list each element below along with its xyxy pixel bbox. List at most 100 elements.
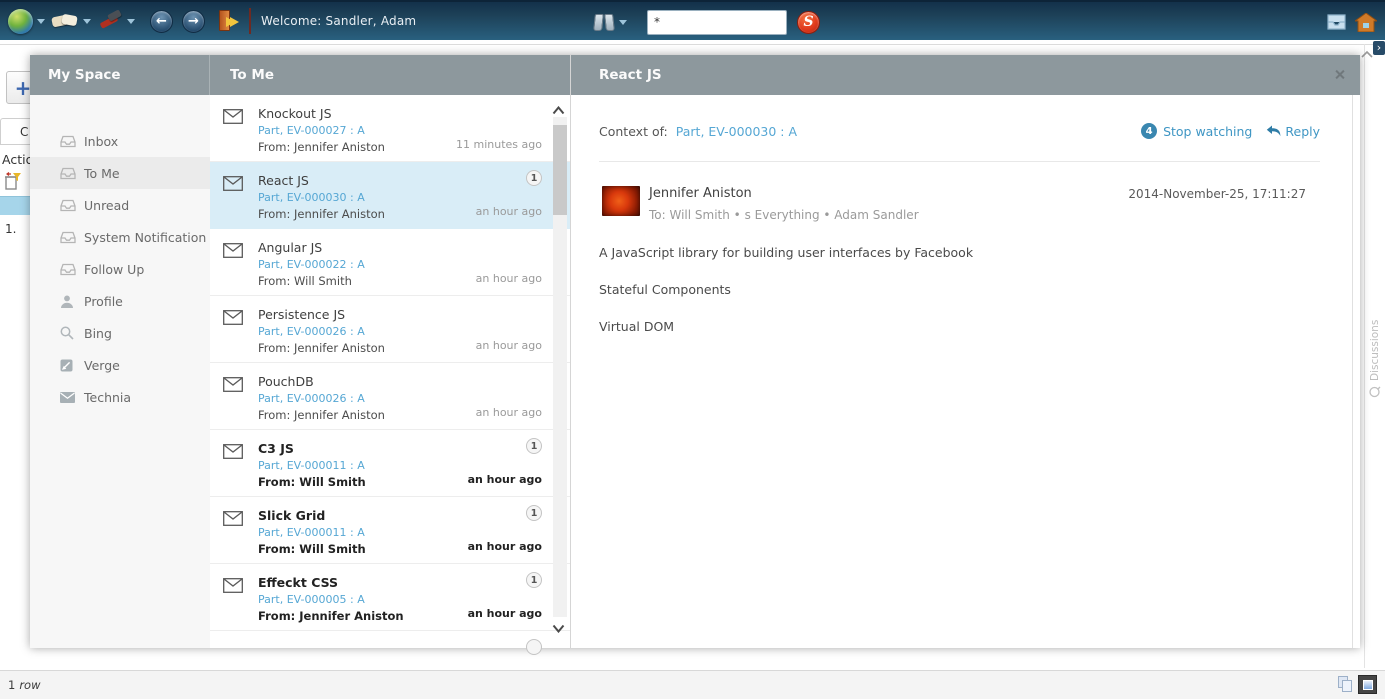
message-list-item[interactable]: PouchDB Part, EV-000026 : A From: Jennif… — [210, 363, 570, 430]
sidebar-item[interactable]: Follow Up — [30, 253, 210, 285]
background-row-number: 1. — [5, 222, 16, 236]
message-timestamp: 2014-November-25, 17:11:27 — [1128, 187, 1306, 201]
status-bar: 1row — [0, 670, 1385, 699]
message-list-item[interactable]: Angular JS Part, EV-000022 : A From: Wil… — [210, 229, 570, 296]
message-paragraph: A JavaScript library for building user i… — [599, 246, 1320, 259]
message-list-item[interactable]: C3 JS Part, EV-000011 : A From: Will Smi… — [210, 430, 570, 497]
app-globe-icon[interactable] — [8, 9, 33, 34]
part-context-link[interactable]: Part, EV-000030 : A — [258, 191, 556, 204]
tools-menu-caret-icon[interactable] — [127, 19, 135, 24]
scroll-down-chevron-icon[interactable] — [552, 618, 565, 637]
compose-icon — [60, 359, 73, 372]
unread-count-badge: 1 — [526, 438, 542, 454]
sidebar-item[interactable]: Unread — [30, 189, 210, 221]
message-body: A JavaScript library for building user i… — [599, 246, 1320, 333]
unread-count-badge: 1 — [526, 170, 542, 186]
house-icon — [1355, 13, 1377, 32]
message-list-item[interactable]: Knockout JS Part, EV-000027 : A From: Je… — [210, 95, 570, 162]
stop-watching-button[interactable]: Stop watching — [1163, 124, 1252, 139]
sidebar-item[interactable]: To Me — [30, 157, 210, 189]
envelope-icon — [223, 310, 243, 329]
home-icon[interactable] — [1355, 13, 1377, 32]
message-list-item[interactable]: React JS Part, EV-000030 : A From: Jenni… — [210, 162, 570, 229]
message-list-item[interactable]: Effeckt CSS Part, EV-000005 : A From: Je… — [210, 564, 570, 631]
background-tab[interactable]: C — [0, 118, 34, 145]
next-page-button[interactable]: › — [1373, 41, 1385, 55]
message-time: an hour ago — [476, 339, 542, 352]
sidebar-item-label: Profile — [84, 294, 123, 309]
message-title: PouchDB — [258, 374, 556, 389]
message-list-item[interactable]: Slick Grid Part, EV-000011 : A From: Wil… — [210, 497, 570, 564]
part-context-link[interactable]: Part, EV-000027 : A — [258, 124, 556, 137]
context-part-link[interactable]: Part, EV-000030 : A — [676, 124, 797, 139]
message-recipients: To: Will Smith • s Everything • Adam San… — [649, 208, 1320, 222]
sidebar-item-icon — [60, 199, 84, 212]
logout-button[interactable] — [217, 9, 237, 33]
part-context-link[interactable]: Part, EV-000026 : A — [258, 392, 556, 405]
discussions-tab-inner: Discussions — [1366, 278, 1384, 398]
message-title: Effeckt CSS — [258, 575, 556, 590]
tools-hammer-icon[interactable] — [97, 10, 123, 32]
detail-content: Context of: Part, EV-000030 : A 4 Stop w… — [571, 95, 1346, 648]
detail-scrollbar-track[interactable] — [1352, 95, 1353, 648]
envelope-icon — [223, 243, 243, 262]
sidebar-item[interactable]: Bing — [30, 317, 210, 349]
sidebar-item-icon — [60, 135, 84, 148]
actions-handshake-icon[interactable] — [51, 12, 79, 30]
topbar-divider — [249, 8, 251, 34]
part-context-link[interactable]: Part, EV-000011 : A — [258, 526, 556, 539]
sidebar-item[interactable]: System Notification — [30, 221, 210, 253]
speech-bubble-icon — [1369, 386, 1381, 398]
top-navigation-bar: ← → Welcome: Sandler, Adam S — [0, 0, 1385, 40]
page-content-top-border — [0, 44, 1385, 45]
part-context-link[interactable]: Part, EV-000005 : A — [258, 593, 556, 606]
tray-icon — [1326, 14, 1347, 30]
message-time: an hour ago — [468, 540, 542, 553]
sidebar-item-icon — [60, 392, 84, 403]
part-context-link[interactable]: Part, EV-000011 : A — [258, 459, 556, 472]
app-menu-caret-icon[interactable] — [37, 19, 45, 24]
message-list-item[interactable]: Persistence JS Part, EV-000026 : A From:… — [210, 296, 570, 363]
global-search-input[interactable] — [647, 10, 787, 35]
search-type-caret-icon[interactable] — [619, 20, 627, 25]
partially-visible-message-item[interactable] — [210, 631, 570, 648]
background-selected-row[interactable] — [0, 196, 30, 215]
unread-count-badge: 1 — [526, 505, 542, 521]
sidebar-item-label: Inbox — [84, 134, 118, 149]
topbar-left-icons: ← → Welcome: Sandler, Adam — [0, 8, 416, 34]
actions-menu-caret-icon[interactable] — [83, 19, 91, 24]
message-title: Persistence JS — [258, 307, 556, 322]
sidebar-item-icon — [60, 295, 84, 308]
inbox-tray-icon — [60, 263, 76, 276]
sidebar-item[interactable]: Technia — [30, 381, 210, 413]
message-time: an hour ago — [476, 205, 542, 218]
search-submit-button[interactable]: S — [797, 11, 820, 34]
actions-column-label: Actio — [2, 152, 33, 167]
context-label: Context of: — [599, 124, 668, 139]
copy-pages-icon[interactable] — [1338, 676, 1353, 693]
part-context-link[interactable]: Part, EV-000026 : A — [258, 325, 556, 338]
forward-button[interactable]: → — [182, 10, 205, 33]
list-scrollbar-thumb[interactable] — [553, 125, 567, 215]
delete-filter-icon[interactable] — [4, 172, 22, 195]
sidebar-item[interactable]: Verge — [30, 349, 210, 381]
close-icon[interactable] — [1334, 69, 1345, 80]
fullscreen-toggle-icon[interactable] — [1358, 675, 1377, 694]
message-list-panel: To Me Knockout JS Part, EV-000027 : A Fr… — [210, 55, 570, 648]
part-context-link[interactable]: Part, EV-000022 : A — [258, 258, 556, 271]
discussions-side-tab[interactable]: Discussions — [1366, 278, 1384, 398]
sidebar-item-label: Technia — [84, 390, 131, 405]
inbox-tray-icon — [60, 231, 76, 244]
search-binoculars-icon[interactable] — [593, 14, 615, 31]
reply-button[interactable]: Reply — [1285, 124, 1320, 139]
inbox-tray-icon[interactable] — [1326, 14, 1347, 30]
sidebar-item[interactable]: Profile — [30, 285, 210, 317]
list-title: To Me — [210, 55, 570, 95]
back-button[interactable]: ← — [150, 10, 173, 33]
welcome-text: Welcome: Sandler, Adam — [261, 14, 416, 28]
sidebar-item[interactable]: Inbox — [30, 125, 210, 157]
topbar-search-area: S — [593, 2, 820, 42]
context-row: Context of: Part, EV-000030 : A 4 Stop w… — [599, 121, 1320, 141]
sidebar-item-icon — [60, 359, 84, 372]
collapse-header-chevron-icon[interactable] — [1361, 43, 1373, 62]
